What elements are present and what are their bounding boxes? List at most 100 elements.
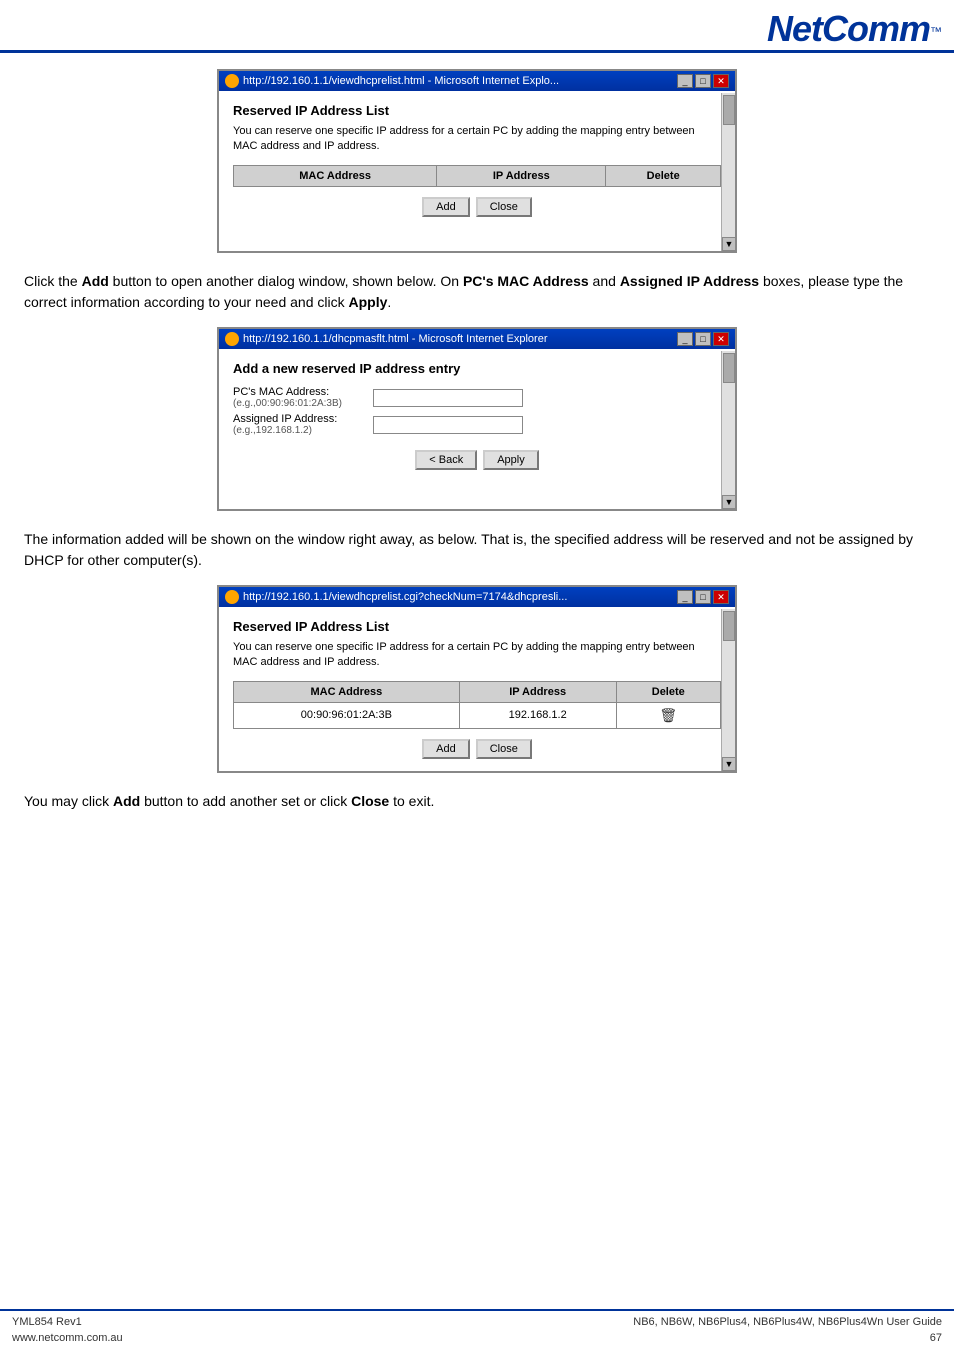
window-controls-3: _ □ ✕ <box>677 590 729 604</box>
paragraph-2: The information added will be shown on t… <box>24 529 930 571</box>
scrollbar-thumb-1 <box>723 95 735 125</box>
ip-sublabel: (e.g.,192.168.1.2) <box>233 425 373 436</box>
mac-label: PC's MAC Address: <box>233 386 373 398</box>
row-mac: 00:90:96:01:2A:3B <box>234 702 460 728</box>
browser-window-2: http://192.160.1.1/dhcpmasflt.html - Mic… <box>217 327 737 511</box>
ip-table-1: MAC Address IP Address Delete <box>233 165 721 187</box>
row-ip: 192.168.1.2 <box>459 702 616 728</box>
col-delete-1: Delete <box>606 165 721 186</box>
para3-add-bold: Add <box>113 793 140 809</box>
titlebar-1-title: http://192.160.1.1/viewdhcprelist.html -… <box>243 75 559 87</box>
scrollbar-thumb-3 <box>723 611 735 641</box>
scrollbar-thumb-2 <box>723 353 735 383</box>
section-title-2: Add a new reserved IP address entry <box>233 361 721 376</box>
scrollbar-down-1[interactable]: ▼ <box>722 237 736 251</box>
desc-text-3: You can reserve one specific IP address … <box>233 640 721 671</box>
mac-input[interactable] <box>373 389 523 407</box>
minimize-btn-3[interactable]: _ <box>677 590 693 604</box>
titlebar-3: http://192.160.1.1/viewdhcprelist.cgi?ch… <box>219 587 735 607</box>
browser-content-1: Reserved IP Address List You can reserve… <box>219 91 735 251</box>
para1-middle: button to open another dialog window, sh… <box>109 273 463 289</box>
maximize-btn-3[interactable]: □ <box>695 590 711 604</box>
ip-input[interactable] <box>373 416 523 434</box>
maximize-btn-2[interactable]: □ <box>695 332 711 346</box>
ip-label: Assigned IP Address: <box>233 413 373 425</box>
col-delete-3: Delete <box>616 681 720 702</box>
table-row: 00:90:96:01:2A:3B 192.168.1.2 🗑 <box>234 702 721 728</box>
section-title-3: Reserved IP Address List <box>233 619 721 634</box>
browser-icon-1 <box>225 74 239 88</box>
col-mac-1: MAC Address <box>234 165 437 186</box>
browser-window-3: http://192.160.1.1/viewdhcprelist.cgi?ch… <box>217 585 737 773</box>
window-controls-1: _ □ ✕ <box>677 74 729 88</box>
mac-sublabel: (e.g.,00:90:96:01:2A:3B) <box>233 398 373 409</box>
close-btn-1[interactable]: ✕ <box>713 74 729 88</box>
close-button-3[interactable]: Close <box>476 739 532 759</box>
ip-label-col: Assigned IP Address: (e.g.,192.168.1.2) <box>233 413 373 436</box>
close-btn-2[interactable]: ✕ <box>713 332 729 346</box>
para1-end: . <box>387 294 391 310</box>
browser-window-1: http://192.160.1.1/viewdhcprelist.html -… <box>217 69 737 253</box>
scrollbar-1[interactable]: ▼ <box>721 93 735 251</box>
browser-icon-3 <box>225 590 239 604</box>
btn-row-3: Add Close <box>233 739 721 759</box>
minimize-btn-2[interactable]: _ <box>677 332 693 346</box>
ip-field-row: Assigned IP Address: (e.g.,192.168.1.2) <box>233 413 721 436</box>
paragraph-1: Click the Add button to open another dia… <box>24 271 930 313</box>
para3-middle: button to add another set or click <box>140 793 351 809</box>
logo-tm: ™ <box>930 24 942 38</box>
titlebar-2: http://192.160.1.1/dhcpmasflt.html - Mic… <box>219 329 735 349</box>
minimize-btn-1[interactable]: _ <box>677 74 693 88</box>
mac-label-col: PC's MAC Address: (e.g.,00:90:96:01:2A:3… <box>233 386 373 409</box>
apply-button[interactable]: Apply <box>483 450 539 470</box>
col-mac-3: MAC Address <box>234 681 460 702</box>
para3-after: to exit. <box>389 793 434 809</box>
footer-model: YML854 Rev1 <box>12 1315 123 1330</box>
browser-content-3: Reserved IP Address List You can reserve… <box>219 607 735 771</box>
back-button[interactable]: < Back <box>415 450 477 470</box>
row-delete[interactable]: 🗑 <box>616 702 720 728</box>
para3-close-bold: Close <box>351 793 389 809</box>
footer-product: NB6, NB6W, NB6Plus4, NB6Plus4W, NB6Plus4… <box>633 1315 942 1330</box>
scrollbar-down-2[interactable]: ▼ <box>722 495 736 509</box>
para1-add-bold: Add <box>82 273 109 289</box>
desc-text-1: You can reserve one specific IP address … <box>233 124 721 155</box>
scrollbar-down-3[interactable]: ▼ <box>722 757 736 771</box>
page-header: NetComm™ <box>0 0 954 53</box>
footer-left: YML854 Rev1 www.netcomm.com.au <box>12 1315 123 1346</box>
btn-row-2: < Back Apply <box>233 450 721 470</box>
para1-before: Click the <box>24 273 82 289</box>
para3-before: You may click <box>24 793 113 809</box>
titlebar-2-title: http://192.160.1.1/dhcpmasflt.html - Mic… <box>243 333 547 345</box>
delete-icon[interactable]: 🗑 <box>659 707 677 723</box>
titlebar-1: http://192.160.1.1/viewdhcprelist.html -… <box>219 71 735 91</box>
para1-apply-bold: Apply <box>349 294 388 310</box>
close-button-1[interactable]: Close <box>476 197 532 217</box>
scrollbar-2[interactable]: ▼ <box>721 351 735 509</box>
add-button-1[interactable]: Add <box>422 197 470 217</box>
ip-table-3: MAC Address IP Address Delete 00:90:96:0… <box>233 681 721 729</box>
col-ip-3: IP Address <box>459 681 616 702</box>
para1-mac-bold: PC's MAC Address <box>463 273 589 289</box>
main-content: http://192.160.1.1/viewdhcprelist.html -… <box>0 53 954 842</box>
footer-website: www.netcomm.com.au <box>12 1331 123 1346</box>
para1-and: and <box>589 273 620 289</box>
section-title-1: Reserved IP Address List <box>233 103 721 118</box>
window-controls-2: _ □ ✕ <box>677 332 729 346</box>
para1-ip-bold: Assigned IP Address <box>620 273 759 289</box>
mac-field-row: PC's MAC Address: (e.g.,00:90:96:01:2A:3… <box>233 386 721 409</box>
form-area: PC's MAC Address: (e.g.,00:90:96:01:2A:3… <box>233 386 721 436</box>
btn-row-1: Add Close <box>233 197 721 217</box>
footer-right: NB6, NB6W, NB6Plus4, NB6Plus4W, NB6Plus4… <box>633 1315 942 1346</box>
scrollbar-3[interactable]: ▼ <box>721 609 735 771</box>
logo-text: NetComm <box>767 8 930 49</box>
add-button-3[interactable]: Add <box>422 739 470 759</box>
browser-content-2: Add a new reserved IP address entry PC's… <box>219 349 735 509</box>
titlebar-3-title: http://192.160.1.1/viewdhcprelist.cgi?ch… <box>243 591 567 603</box>
logo: NetComm™ <box>767 8 942 50</box>
maximize-btn-1[interactable]: □ <box>695 74 711 88</box>
page-footer: YML854 Rev1 www.netcomm.com.au NB6, NB6W… <box>0 1309 954 1350</box>
close-btn-3[interactable]: ✕ <box>713 590 729 604</box>
footer-page: 67 <box>633 1331 942 1346</box>
browser-icon-2 <box>225 332 239 346</box>
